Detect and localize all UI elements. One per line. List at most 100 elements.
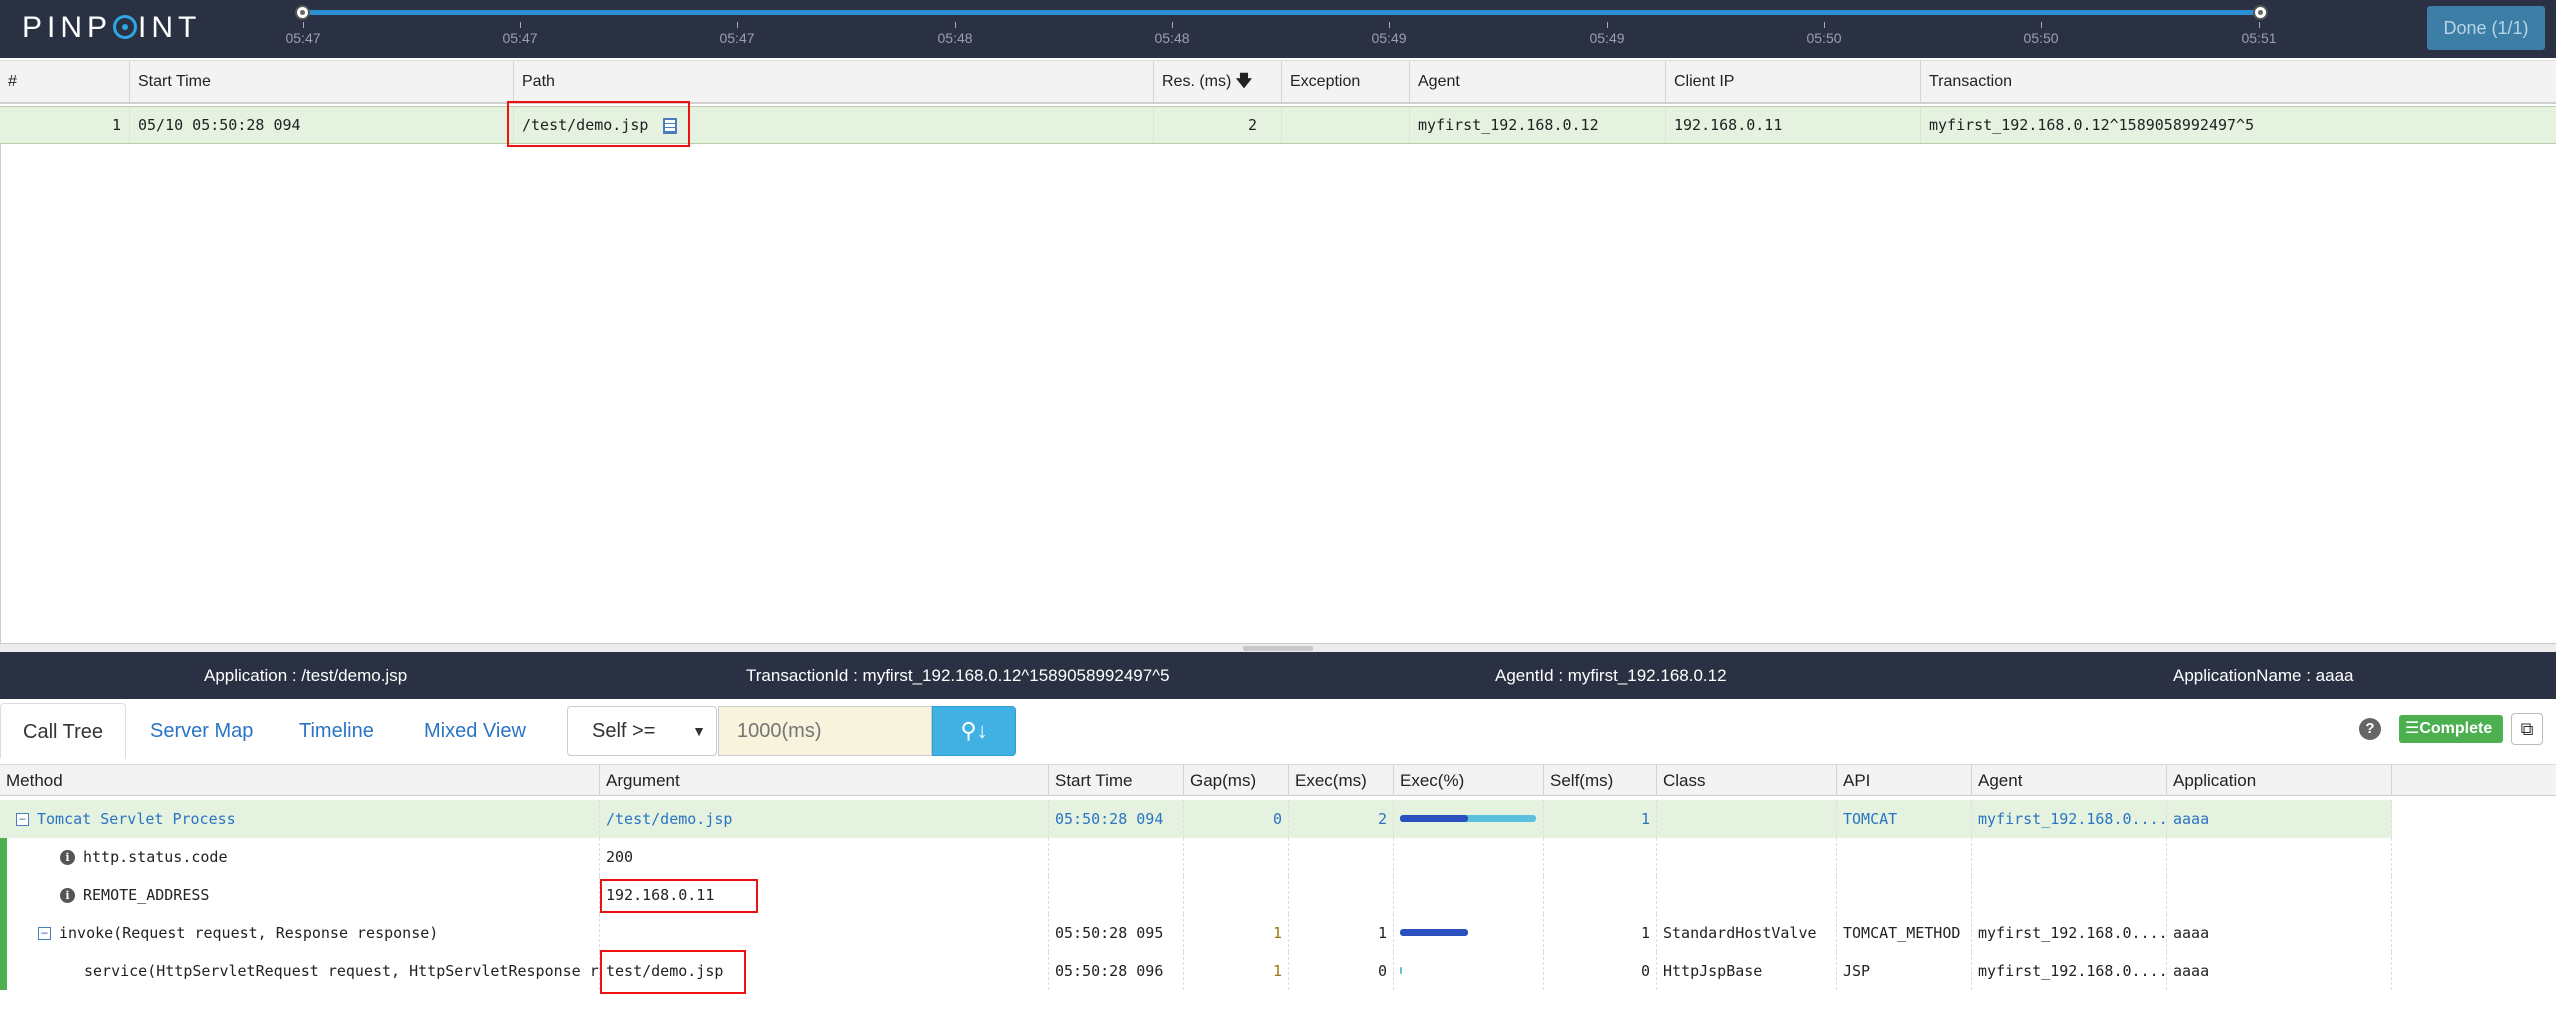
ct-self-cell: 1	[1544, 800, 1657, 838]
ct-self-cell: 1	[1544, 914, 1657, 952]
ct-col-gap[interactable]: Gap(ms)	[1184, 765, 1289, 796]
ct-method-text: Tomcat Servlet Process	[37, 810, 236, 828]
ct-method-cell: i http.status.code	[10, 838, 600, 876]
ct-argument-cell	[600, 914, 1049, 952]
res-label: Res. (ms)	[1162, 73, 1232, 90]
ct-exec-cell	[1289, 838, 1394, 876]
col-header-num[interactable]: #	[0, 61, 130, 103]
ct-api-cell	[1837, 876, 1972, 914]
ct-exec-cell	[1289, 876, 1394, 914]
timeline-tick-label: 05:47	[719, 30, 755, 46]
ct-gap-cell: 1	[1184, 914, 1289, 952]
ct-method-text: invoke(Request request, Response respons…	[59, 924, 439, 942]
ct-argument-cell: 200	[600, 838, 1049, 876]
call-tree-row[interactable]: i http.status.code 200	[0, 838, 2392, 876]
ct-exec-cell: 0	[1289, 952, 1394, 990]
timeline-tick	[2041, 22, 2042, 28]
ct-exec-pct-cell	[1394, 952, 1544, 990]
timeline-tick	[737, 22, 738, 28]
top-bar: PINP INT 05:47 05:47 05:47 05:48 05:48 05…	[0, 0, 2556, 58]
time-range-slider[interactable]	[302, 10, 2262, 15]
call-tree-row[interactable]: i REMOTE_ADDRESS 192.168.0.11	[0, 876, 2392, 914]
info-application-name: ApplicationName : aaaa	[2173, 666, 2354, 685]
ct-self-cell: 0	[1544, 952, 1657, 990]
ct-start-time-cell: 05:50:28 095	[1049, 914, 1184, 952]
open-window-icon[interactable]: ⧉	[2511, 713, 2543, 745]
ct-col-exec-pct[interactable]: Exec(%)	[1394, 765, 1544, 796]
search-button[interactable]: ⚲↓	[932, 706, 1016, 756]
ct-class-cell: HttpJspBase	[1657, 952, 1837, 990]
tab-server-map[interactable]: Server Map	[128, 703, 275, 759]
panel-splitter[interactable]	[0, 643, 2556, 652]
self-filter-value: Self >=	[592, 720, 656, 742]
pinpoint-logo[interactable]: PINP INT	[22, 11, 201, 45]
self-ms-input[interactable]	[718, 706, 932, 756]
col-header-client-ip[interactable]: Client IP	[1666, 61, 1921, 103]
call-tree-header: Method Argument Start Time Gap(ms) Exec(…	[0, 764, 2556, 796]
ct-col-method[interactable]: Method	[0, 765, 600, 796]
info-icon: i	[60, 888, 75, 903]
ct-col-class[interactable]: Class	[1657, 765, 1837, 796]
ct-col-self[interactable]: Self(ms)	[1544, 765, 1657, 796]
ct-exec-pct-cell	[1394, 876, 1544, 914]
timeline-tick-label: 05:47	[285, 30, 321, 46]
ct-class-cell	[1657, 838, 1837, 876]
ct-col-application[interactable]: Application	[2167, 765, 2392, 796]
col-header-res[interactable]: Res. (ms) 🡇	[1154, 61, 1282, 103]
slider-end-handle[interactable]	[2253, 5, 2268, 20]
col-header-transaction[interactable]: Transaction	[1921, 61, 2556, 103]
ct-application-cell	[2167, 838, 2392, 876]
timeline-tick-label: 05:48	[937, 30, 973, 46]
ct-class-cell: StandardHostValve	[1657, 914, 1837, 952]
row-agent: myfirst_192.168.0.12	[1410, 107, 1666, 143]
ct-exec-cell: 1	[1289, 914, 1394, 952]
info-transaction-id: TransactionId : myfirst_192.168.0.12^158…	[746, 666, 1170, 685]
call-tree-row[interactable]: − invoke(Request request, Response respon…	[0, 914, 2392, 952]
ct-gap-cell	[1184, 876, 1289, 914]
exec-percent-bar	[1400, 929, 1468, 936]
ct-exec-pct-cell	[1394, 914, 1544, 952]
col-header-path[interactable]: Path	[514, 61, 1154, 103]
slider-start-handle[interactable]	[295, 5, 310, 20]
splitter-grip-icon[interactable]	[1243, 646, 1313, 651]
search-icon: ⚲	[960, 718, 977, 743]
timeline-tick-label: 05:47	[502, 30, 538, 46]
call-tree-row[interactable]: − Tomcat Servlet Process /test/demo.jsp 0…	[0, 800, 2392, 838]
collapse-icon[interactable]: −	[16, 813, 29, 826]
row-exception	[1282, 107, 1410, 143]
help-icon[interactable]: ?	[2359, 718, 2381, 740]
row-num: 1	[0, 107, 130, 143]
detail-tabs-row: Call Tree Server Map Timeline Mixed View	[0, 699, 2556, 761]
tab-mixed-view[interactable]: Mixed View	[402, 703, 548, 759]
ct-col-api[interactable]: API	[1837, 765, 1972, 796]
ct-col-start-time[interactable]: Start Time	[1049, 765, 1184, 796]
col-header-start-time[interactable]: Start Time	[130, 61, 514, 103]
col-header-exception[interactable]: Exception	[1282, 61, 1410, 103]
ct-gap-cell: 1	[1184, 952, 1289, 990]
ct-col-exec[interactable]: Exec(ms)	[1289, 765, 1394, 796]
ct-start-time-cell: 05:50:28 094	[1049, 800, 1184, 838]
done-button[interactable]: Done (1/1)	[2427, 6, 2545, 50]
ct-class-cell	[1657, 800, 1837, 838]
self-filter-select[interactable]: Self >= ▼	[567, 706, 717, 756]
timeline-tick	[520, 22, 521, 28]
ct-start-time-cell	[1049, 876, 1184, 914]
info-application: Application : /test/demo.jsp	[204, 666, 408, 685]
ct-self-cell	[1544, 838, 1657, 876]
row-res: 2	[1154, 107, 1282, 143]
row-start-time: 05/10 05:50:28 094	[130, 107, 514, 143]
collapse-icon[interactable]: −	[38, 927, 51, 940]
ct-col-agent[interactable]: Agent	[1972, 765, 2167, 796]
ct-col-argument[interactable]: Argument	[600, 765, 1049, 796]
complete-badge[interactable]: ☰Complete	[2399, 715, 2503, 743]
tab-call-tree[interactable]: Call Tree	[0, 703, 127, 759]
ct-agent-cell	[1972, 876, 2167, 914]
ct-method-text: http.status.code	[83, 848, 228, 866]
ct-exec-cell: 2	[1289, 800, 1394, 838]
tab-timeline[interactable]: Timeline	[277, 703, 396, 759]
call-tree-row[interactable]: service(HttpServletRequest request, Http…	[0, 952, 2392, 990]
ct-self-cell	[1544, 876, 1657, 914]
transaction-row[interactable]: 1 05/10 05:50:28 094 /test/demo.jsp 2 my…	[0, 106, 2556, 144]
timeline-tick	[955, 22, 956, 28]
col-header-agent[interactable]: Agent	[1410, 61, 1666, 103]
